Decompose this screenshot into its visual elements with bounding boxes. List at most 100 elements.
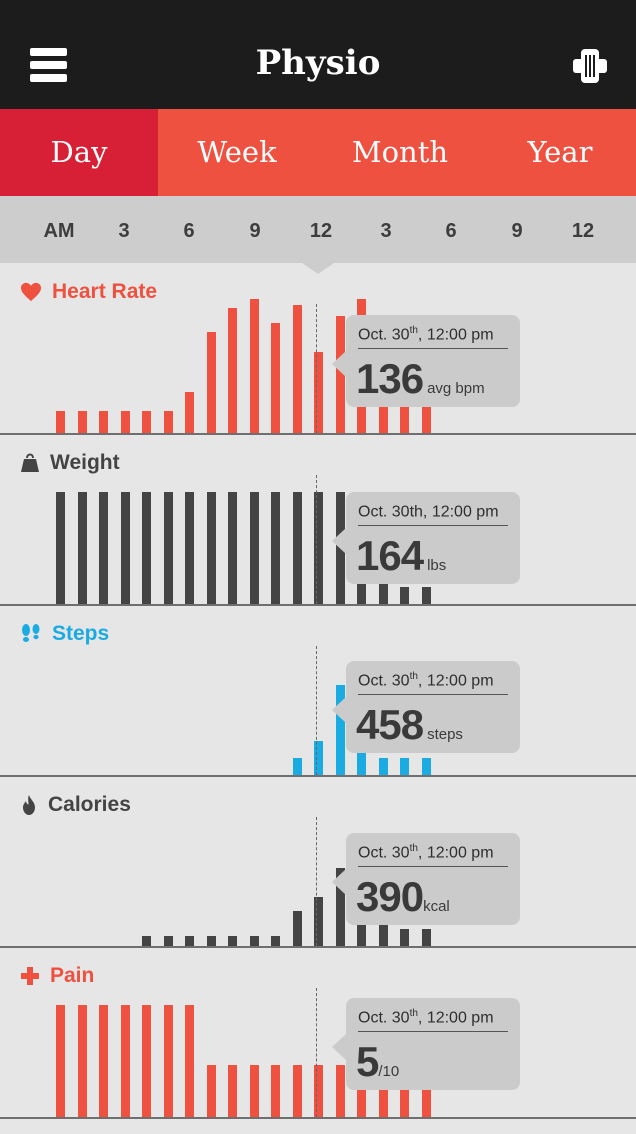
chart-bar bbox=[185, 392, 194, 433]
chart-bar bbox=[421, 1090, 431, 1117]
tooltip-date: Oct. 30th, 12:00 pm bbox=[358, 502, 508, 527]
section-title: Steps bbox=[52, 622, 110, 645]
chart-bar bbox=[228, 936, 237, 946]
period-tabs: Day Week Month Year bbox=[0, 109, 636, 196]
weight-section[interactable]: Weight Oct. 30th, 12:00 pm 164 lbs bbox=[0, 435, 636, 606]
chart-bar bbox=[271, 936, 280, 946]
chart-bar bbox=[249, 936, 259, 946]
chart-bar bbox=[249, 492, 259, 604]
chart-bar bbox=[120, 411, 130, 433]
tooltip-value: 164 bbox=[356, 532, 424, 579]
tooltip-unit: /10 bbox=[378, 1063, 400, 1080]
value-tooltip: Oct. 30th, 12:00 pm 458 steps bbox=[332, 661, 520, 753]
chart-bar bbox=[292, 1065, 302, 1117]
tab-month[interactable]: Month bbox=[316, 109, 484, 196]
chart-bar bbox=[56, 1005, 65, 1117]
tooltip-value: 390 bbox=[356, 873, 424, 920]
time-tick: 9 bbox=[249, 220, 261, 242]
value-tooltip: Oct. 30th, 12:00 pm 5/10 bbox=[332, 998, 520, 1090]
chart-bar bbox=[163, 936, 173, 946]
heart-icon bbox=[21, 282, 41, 302]
tooltip-date: Oct. 30th, 12:00 pm bbox=[358, 325, 508, 350]
chart-bar bbox=[185, 1005, 194, 1117]
chart-bar bbox=[421, 758, 431, 775]
chart-bar bbox=[142, 936, 151, 946]
chart-bar bbox=[77, 492, 87, 604]
chart-bar bbox=[400, 1090, 409, 1117]
chart-bar bbox=[271, 1065, 280, 1117]
cursor-line bbox=[316, 646, 317, 775]
tab-year[interactable]: Year bbox=[484, 109, 636, 196]
footprints-icon bbox=[22, 624, 40, 642]
tooltip-unit: avg bpm bbox=[427, 380, 485, 397]
chart-bar bbox=[228, 1065, 237, 1117]
chart-bar bbox=[400, 929, 409, 946]
chart-bar bbox=[292, 911, 302, 946]
value-tooltip: Oct. 30th, 12:00 pm 390kcal bbox=[332, 833, 520, 925]
chart-bar bbox=[400, 758, 409, 775]
tooltip-value: 5 bbox=[356, 1038, 379, 1085]
chart-bar bbox=[99, 492, 108, 604]
chart-bar bbox=[400, 587, 409, 604]
section-title: Calories bbox=[48, 793, 131, 816]
chart-bar bbox=[56, 492, 65, 604]
time-axis[interactable]: AM 3 6 9 12 3 6 9 12 bbox=[0, 196, 636, 263]
section-title: Heart Rate bbox=[52, 280, 158, 303]
chart-bar bbox=[185, 936, 194, 946]
cursor-line bbox=[316, 304, 317, 433]
cursor-line bbox=[316, 817, 317, 946]
chart-bar bbox=[228, 492, 237, 604]
tooltip-unit: lbs bbox=[427, 557, 447, 574]
chart-bar bbox=[378, 758, 388, 775]
chart-bar bbox=[421, 587, 431, 604]
steps-section[interactable]: Steps Oct. 30th, 12:00 pm 458 steps bbox=[0, 606, 636, 777]
chart-bar bbox=[99, 1005, 108, 1117]
chart-bar bbox=[292, 305, 302, 433]
chart-bar bbox=[271, 323, 280, 433]
tooltip-date: Oct. 30th, 12:00 pm bbox=[358, 671, 508, 696]
time-tick: 12 bbox=[571, 220, 595, 242]
medical-cross-icon bbox=[21, 967, 39, 985]
time-tick: 3 bbox=[118, 220, 130, 242]
heart-rate-section[interactable]: Heart Rate Oct. 30th, 12:00 pm 136 avg bp… bbox=[0, 264, 636, 435]
tooltip-date: Oct. 30th, 12:00 pm bbox=[358, 1008, 508, 1033]
time-tick: 3 bbox=[380, 220, 392, 242]
app-bar: Physio bbox=[0, 0, 636, 109]
chart-bar bbox=[228, 308, 237, 433]
time-tick: 9 bbox=[511, 220, 523, 242]
pain-section[interactable]: Pain Oct. 30th, 12:00 pm 5/10 bbox=[0, 948, 636, 1119]
pain-chart bbox=[0, 948, 636, 1117]
tab-week[interactable]: Week bbox=[158, 109, 316, 196]
flame-icon bbox=[23, 795, 35, 815]
chart-bar bbox=[77, 411, 87, 433]
calories-section[interactable]: Calories Oct. 30th, 12:00 pm 390kcal bbox=[0, 777, 636, 948]
chart-bar bbox=[249, 299, 259, 433]
chart-bar bbox=[56, 411, 65, 433]
tooltip-unit: steps bbox=[427, 726, 463, 743]
tab-day[interactable]: Day bbox=[0, 109, 158, 196]
chart-bar bbox=[99, 411, 108, 433]
chart-bar bbox=[271, 492, 280, 604]
app-title: Physio bbox=[255, 43, 381, 83]
chart-bar bbox=[142, 411, 151, 433]
chart-bar bbox=[421, 929, 431, 946]
chart-bar bbox=[292, 492, 302, 604]
chart-bar bbox=[185, 492, 194, 604]
cursor-line bbox=[316, 475, 317, 604]
value-tooltip: Oct. 30th, 12:00 pm 164 lbs bbox=[332, 492, 520, 584]
time-tick: 12 bbox=[309, 220, 333, 242]
time-tick: 6 bbox=[183, 220, 195, 242]
chart-bar bbox=[335, 1065, 345, 1117]
cursor-line bbox=[316, 988, 317, 1117]
bandage-icon[interactable] bbox=[570, 46, 610, 86]
section-title: Weight bbox=[50, 451, 120, 474]
weight-icon bbox=[21, 453, 39, 472]
chart-bar bbox=[206, 332, 216, 433]
time-tick: AM bbox=[43, 220, 75, 242]
section-title: Pain bbox=[50, 964, 95, 987]
time-cursor-pointer bbox=[302, 263, 334, 274]
chart-bar bbox=[249, 1065, 259, 1117]
tooltip-value: 458 bbox=[356, 701, 424, 748]
tooltip-date: Oct. 30th, 12:00 pm bbox=[358, 843, 508, 868]
chart-bar bbox=[206, 492, 216, 604]
